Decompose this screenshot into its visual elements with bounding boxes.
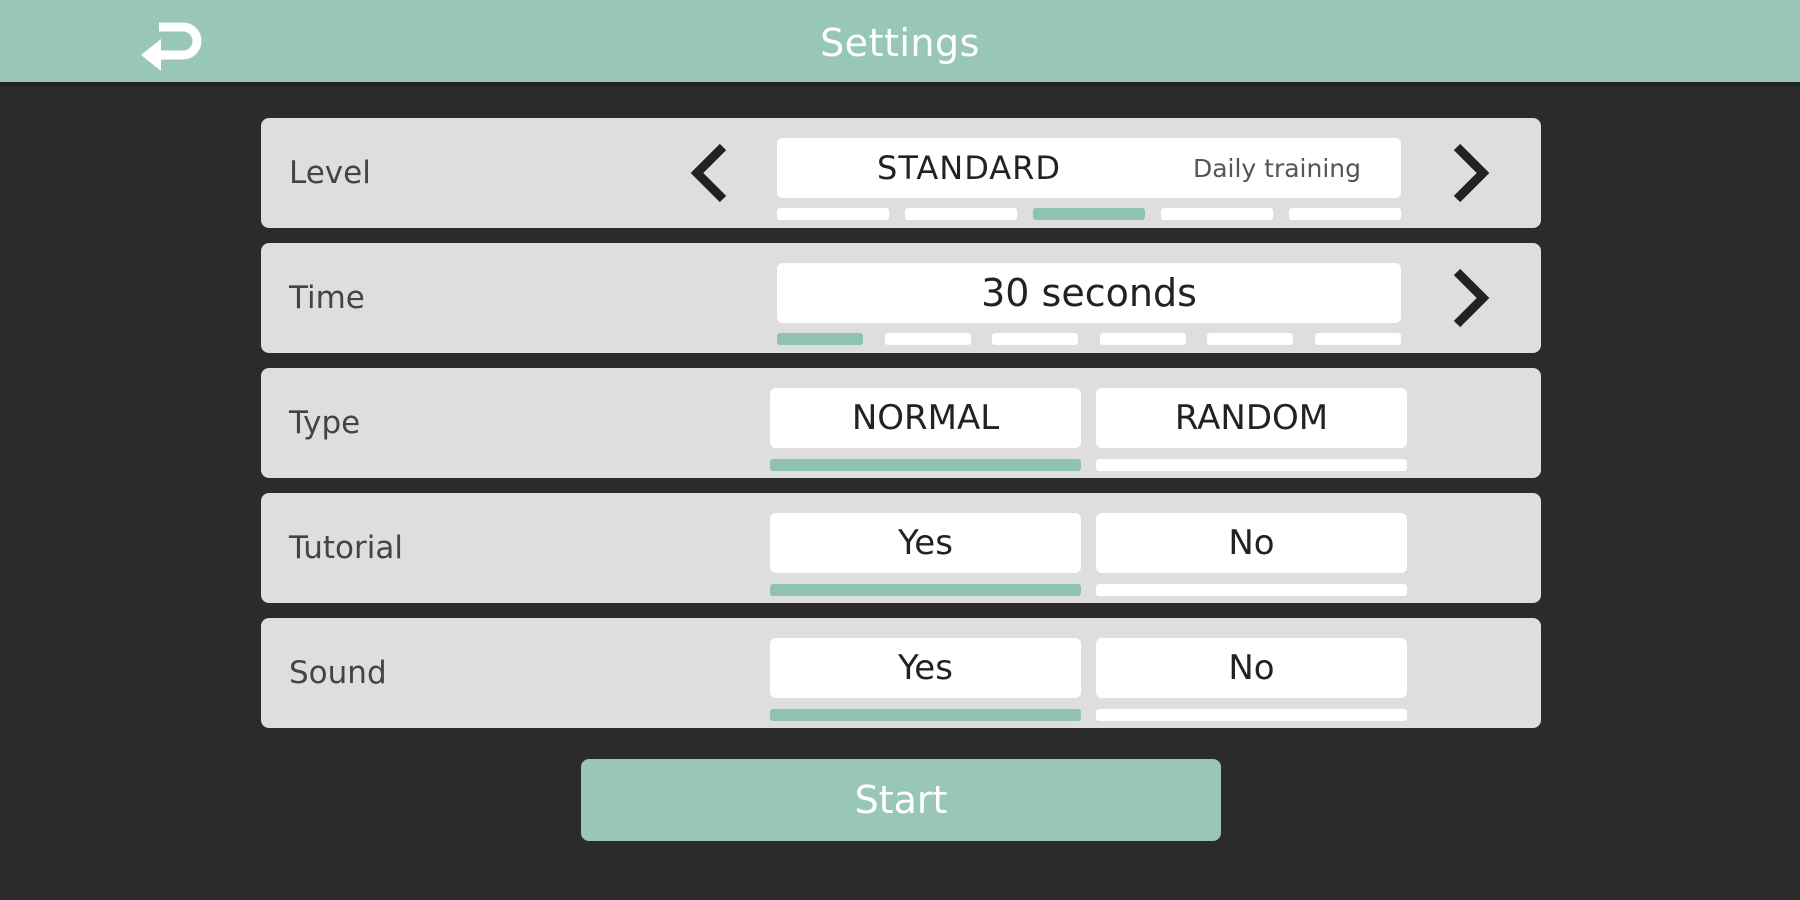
level-next-button[interactable] — [1441, 138, 1501, 208]
tutorial-option-yes-indicator — [770, 584, 1081, 596]
type-option-normal-indicator — [770, 459, 1081, 471]
time-tick — [1207, 333, 1294, 345]
level-tick — [905, 208, 1017, 220]
type-option-random-indicator — [1096, 459, 1407, 471]
sound-row: Sound Yes No — [261, 618, 1541, 728]
time-value: 30 seconds — [981, 271, 1197, 315]
time-next-button[interactable] — [1441, 263, 1501, 333]
time-label: Time — [289, 280, 365, 316]
level-label: Level — [289, 155, 371, 191]
level-tick — [777, 208, 889, 220]
tutorial-label: Tutorial — [289, 530, 403, 566]
chevron-right-icon — [1453, 268, 1490, 328]
type-label: Type — [289, 405, 361, 441]
level-prev-button[interactable] — [679, 138, 739, 208]
time-row: Time 30 seconds — [261, 243, 1541, 353]
level-description: Daily training — [1192, 153, 1361, 183]
type-option-normal[interactable]: NORMAL — [770, 388, 1081, 448]
sound-option-yes-indicator — [770, 709, 1081, 721]
chevron-left-icon — [690, 143, 727, 203]
level-indicator — [777, 208, 1401, 220]
tutorial-option-yes[interactable]: Yes — [770, 513, 1081, 573]
time-tick — [884, 333, 971, 345]
time-value-box: 30 seconds — [777, 263, 1401, 323]
tutorial-option-no[interactable]: No — [1096, 513, 1407, 573]
sound-option-yes[interactable]: Yes — [770, 638, 1081, 698]
level-value: STANDARD — [877, 149, 1062, 187]
tutorial-row: Tutorial Yes No — [261, 493, 1541, 603]
time-tick — [1314, 333, 1401, 345]
level-row: Level STANDARD Daily training — [261, 118, 1541, 228]
sound-option-no-indicator — [1096, 709, 1407, 721]
tutorial-option-no-indicator — [1096, 584, 1407, 596]
level-tick-active — [1033, 208, 1145, 220]
header-bar: Settings — [0, 0, 1800, 86]
sound-label: Sound — [289, 655, 387, 691]
page-title: Settings — [820, 21, 980, 65]
level-value-box: STANDARD Daily training — [777, 138, 1401, 198]
time-tick — [1099, 333, 1186, 345]
time-tick-active — [777, 333, 863, 345]
level-tick — [1289, 208, 1401, 220]
type-option-random[interactable]: RANDOM — [1096, 388, 1407, 448]
level-tick — [1161, 208, 1273, 220]
sound-option-no[interactable]: No — [1096, 638, 1407, 698]
start-button[interactable]: Start — [581, 759, 1221, 841]
type-row: Type NORMAL RANDOM — [261, 368, 1541, 478]
chevron-right-icon — [1453, 143, 1490, 203]
time-indicator — [777, 333, 1401, 345]
time-tick — [992, 333, 1079, 345]
